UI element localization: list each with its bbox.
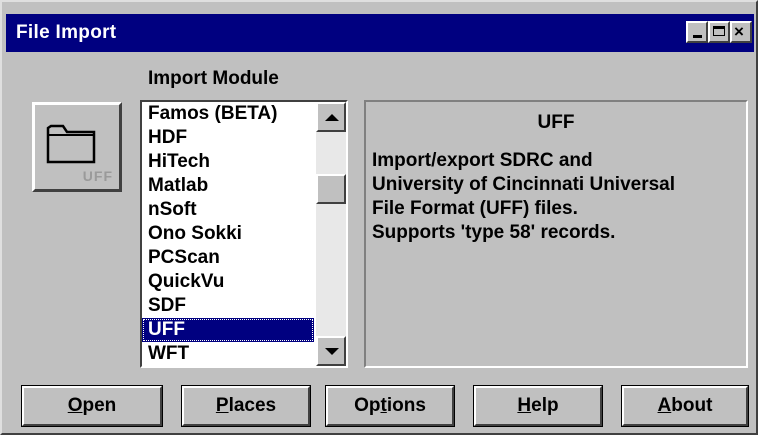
description-line: Import/export SDRC and [372,150,593,171]
description-title: UFF [537,112,575,133]
options-label-rest: ions [386,395,426,416]
maximize-button[interactable] [708,21,730,43]
open-button[interactable]: Open [22,386,162,426]
arrow-up-icon [325,114,339,121]
about-button[interactable]: About [622,386,748,426]
list-item[interactable]: Ono Sokki [142,222,314,246]
import-module-list: Famos (BETA) HDF HiTech Matlab nSoft Ono Sokk… [142,102,314,366]
list-item[interactable]: SDF [142,294,314,318]
list-item[interactable]: WFT [142,342,314,366]
description-line: File Format (UFF) files. [372,198,578,219]
file-import-window: File Import × Import Module UFF Famos (B… [0,0,758,435]
maximize-icon [713,26,725,36]
close-icon: × [734,22,744,41]
scroll-up-button[interactable] [316,102,346,132]
about-label-rest: bout [671,395,713,416]
close-button[interactable]: × [730,21,752,43]
scroll-down-button[interactable] [316,336,346,366]
description-line: Supports 'type 58' records. [372,222,616,243]
list-item[interactable]: HiTech [142,150,314,174]
module-icon-caption: UFF [82,168,113,184]
list-item[interactable]: QuickVu [142,270,314,294]
minimize-button[interactable] [686,21,708,43]
list-item[interactable]: UFF [142,318,314,342]
minimize-icon [693,35,702,38]
list-item[interactable]: HDF [142,126,314,150]
folder-icon [46,124,96,164]
list-item[interactable]: nSoft [142,198,314,222]
about-mnemonic: A [657,395,672,416]
import-module-listbox[interactable]: Famos (BETA) HDF HiTech Matlab nSoft Ono Sokk… [140,100,348,368]
help-label-rest: elp [531,395,559,416]
places-mnemonic: P [215,395,229,416]
import-module-label: Import Module [148,68,279,89]
places-label-rest: laces [228,395,277,416]
module-icon-button[interactable]: UFF [32,102,122,192]
list-item[interactable]: Matlab [142,174,314,198]
title-bar[interactable]: File Import × [6,14,754,52]
places-button[interactable]: Places [182,386,310,426]
list-item[interactable]: PCScan [142,246,314,270]
open-label-rest: pen [82,395,117,416]
options-label-before: Op [354,395,381,416]
listbox-scrollbar[interactable] [316,102,346,366]
open-mnemonic: O [67,395,83,416]
description-line: University of Cincinnati Universal [372,174,676,195]
scrollbar-thumb[interactable] [316,174,346,204]
help-mnemonic: H [517,395,532,416]
window-title: File Import [16,22,117,43]
list-item[interactable]: Famos (BETA) [142,102,314,126]
help-button[interactable]: Help [474,386,602,426]
arrow-down-icon [325,348,339,355]
description-panel: UFF Import/export SDRC and University of… [364,100,748,368]
options-button[interactable]: Options [326,386,454,426]
